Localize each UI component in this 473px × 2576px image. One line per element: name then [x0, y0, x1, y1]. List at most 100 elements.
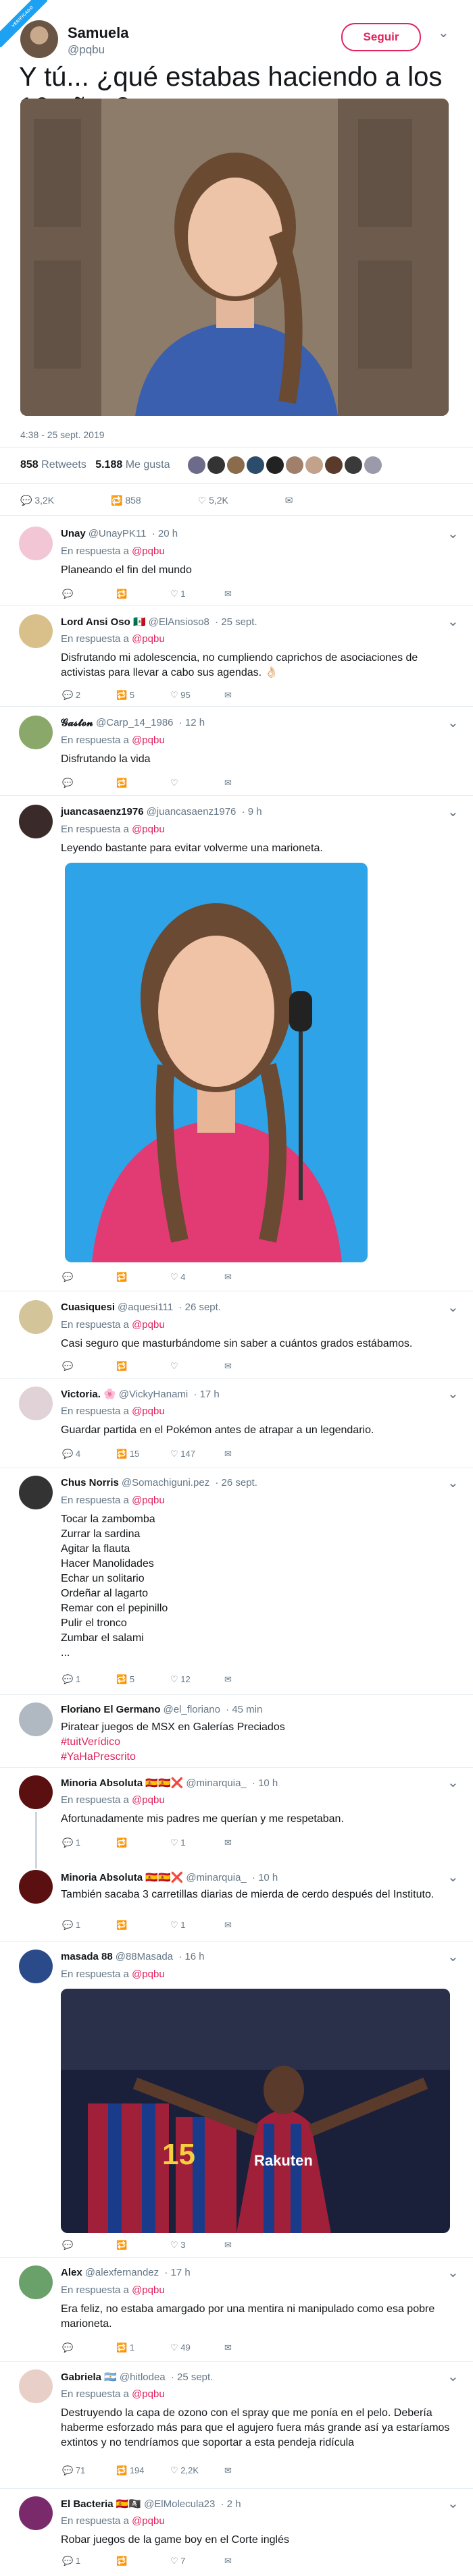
- reply-avatar[interactable]: [19, 2265, 53, 2299]
- reply-action[interactable]: 💬 3,2K: [20, 495, 81, 506]
- chevron-down-icon[interactable]: ⌄: [438, 24, 449, 41]
- liker-avatar[interactable]: [286, 456, 303, 474]
- reply-author-handle[interactable]: @alexfernandez: [85, 2267, 159, 2278]
- retweet-action[interactable]: 🔁: [116, 778, 170, 788]
- reply-author-name[interactable]: Minoria Absoluta 🇪🇸🇪🇸❌: [61, 1777, 183, 1789]
- reply-action[interactable]: 💬 4: [62, 1449, 116, 1459]
- reply-avatar[interactable]: [19, 1476, 53, 1509]
- reply-avatar[interactable]: [19, 805, 53, 838]
- like-action[interactable]: ♡ 49: [170, 2342, 224, 2353]
- reply-time[interactable]: · 9 h: [242, 806, 262, 817]
- like-action[interactable]: ♡ 1: [170, 1920, 224, 1931]
- reply-avatar[interactable]: [19, 527, 53, 560]
- reply-time[interactable]: · 26 sept.: [178, 1302, 221, 1313]
- reply-time[interactable]: · 25 sept.: [215, 616, 257, 628]
- reply-avatar[interactable]: [19, 1950, 53, 1983]
- reply-to-link[interactable]: @pqbu: [132, 1495, 165, 1506]
- retweet-action[interactable]: 🔁: [116, 589, 170, 599]
- tweet-timestamp[interactable]: 4:38 - 25 sept. 2019: [20, 429, 105, 440]
- like-action[interactable]: ♡ 95: [170, 690, 224, 701]
- reply-author-name[interactable]: masada 88: [61, 1951, 113, 1962]
- reply-action[interactable]: 💬: [62, 1272, 116, 1283]
- reply-time[interactable]: · 17 h: [193, 1389, 219, 1400]
- like-action[interactable]: ♡ 147: [170, 1449, 224, 1459]
- retweet-action[interactable]: 🔁: [116, 1272, 170, 1283]
- reply-to-link[interactable]: @pqbu: [132, 1794, 165, 1806]
- reply-item[interactable]: Cuasiquesi @aquesi111 · 26 sept. ⌄ En res…: [0, 1295, 473, 1378]
- reply-action[interactable]: 💬 71: [62, 2465, 116, 2476]
- retweet-action[interactable]: 🔁 194: [116, 2465, 170, 2476]
- hashtag-link[interactable]: #tuitVerídico: [61, 1735, 453, 1750]
- chevron-down-icon[interactable]: ⌄: [447, 1869, 459, 1885]
- reply-avatar[interactable]: [19, 1775, 53, 1809]
- retweet-action[interactable]: 🔁: [116, 1920, 170, 1931]
- reply-author-name[interactable]: 𝓖𝓪𝓼𝓽𝓸𝓷: [61, 717, 93, 728]
- message-action[interactable]: ✉: [224, 2342, 278, 2353]
- reply-photo[interactable]: 15 Rakuten: [61, 1989, 450, 2233]
- reply-time[interactable]: · 17 h: [164, 2267, 190, 2278]
- chevron-down-icon[interactable]: ⌄: [447, 1299, 459, 1316]
- message-action[interactable]: ✉: [224, 589, 278, 599]
- retweet-action[interactable]: 🔁: [116, 2240, 170, 2251]
- chevron-down-icon[interactable]: ⌄: [447, 714, 459, 731]
- reply-action[interactable]: 💬 1: [62, 1920, 116, 1931]
- message-action[interactable]: ✉: [224, 1920, 278, 1931]
- message-action[interactable]: ✉: [224, 2465, 278, 2476]
- chevron-down-icon[interactable]: ⌄: [447, 2495, 459, 2512]
- chevron-down-icon[interactable]: ⌄: [447, 1948, 459, 1965]
- reply-avatar[interactable]: [19, 1702, 53, 1736]
- hashtag-link[interactable]: #YaHaPrescrito: [61, 1750, 453, 1765]
- author-name[interactable]: Samuela: [68, 24, 129, 42]
- tweet-photo[interactable]: [20, 99, 449, 416]
- reply-author-name[interactable]: Minoria Absoluta 🇪🇸🇪🇸❌: [61, 1872, 183, 1883]
- reply-item[interactable]: Unay @UnayPK11 · 20 h ⌄ En respuesta a @p…: [0, 521, 473, 605]
- reply-author-name[interactable]: Unay: [61, 528, 86, 539]
- reply-action[interactable]: 💬: [62, 1361, 116, 1372]
- like-action[interactable]: ♡ 1: [170, 589, 224, 599]
- liker-avatar[interactable]: [247, 456, 264, 474]
- like-action[interactable]: ♡ 2,2K: [170, 2465, 224, 2476]
- like-action[interactable]: ♡ 1: [170, 1837, 224, 1848]
- retweet-action[interactable]: 🔁 5: [116, 690, 170, 701]
- reply-author-handle[interactable]: @juancasaenz1976: [147, 806, 236, 817]
- author-handle[interactable]: @pqbu: [68, 43, 105, 57]
- author-avatar[interactable]: [20, 20, 58, 58]
- reply-time[interactable]: · 2 h: [221, 2498, 241, 2510]
- like-action[interactable]: ♡: [170, 778, 224, 788]
- reply-item[interactable]: Gabriela 🇦🇷 @hitlodea · 25 sept. ⌄ En res…: [0, 2364, 473, 2488]
- retweet-action[interactable]: 🔁 858: [111, 495, 168, 506]
- likes-label[interactable]: Me gusta: [126, 459, 170, 471]
- follow-button[interactable]: Seguir: [341, 23, 421, 51]
- liker-avatar[interactable]: [227, 456, 245, 474]
- liker-avatar[interactable]: [305, 456, 323, 474]
- reply-author-handle[interactable]: @minarquia_: [186, 1777, 246, 1789]
- reply-action[interactable]: 💬 1: [62, 1674, 116, 1685]
- reply-action[interactable]: 💬: [62, 2240, 116, 2251]
- reply-to-link[interactable]: @pqbu: [132, 2388, 165, 2400]
- message-action[interactable]: ✉: [224, 778, 278, 788]
- like-action[interactable]: ♡ 7: [170, 2556, 224, 2567]
- reply-avatar[interactable]: [19, 2496, 53, 2530]
- reply-item[interactable]: masada 88 @88Masada · 16 h ⌄ En respuesta…: [0, 1944, 473, 2257]
- reply-item[interactable]: Floriano El Germano @el_floriano · 45 min…: [0, 1697, 473, 1767]
- chevron-down-icon[interactable]: ⌄: [447, 1774, 459, 1791]
- reply-author-handle[interactable]: @ElAnsioso8: [149, 616, 209, 628]
- liker-avatar[interactable]: [188, 456, 205, 474]
- liker-avatar[interactable]: [345, 456, 362, 474]
- reply-author-handle[interactable]: @88Masada: [116, 1951, 173, 1962]
- reply-action[interactable]: 💬 2: [62, 690, 116, 701]
- reply-author-handle[interactable]: @hitlodea: [120, 2371, 166, 2383]
- reply-avatar[interactable]: [19, 716, 53, 749]
- reply-avatar[interactable]: [19, 614, 53, 648]
- chevron-down-icon[interactable]: ⌄: [447, 2368, 459, 2385]
- retweet-action[interactable]: 🔁: [116, 2556, 170, 2567]
- reply-time[interactable]: · 16 h: [178, 1951, 204, 1962]
- liker-avatar[interactable]: [325, 456, 343, 474]
- reply-time[interactable]: · 12 h: [179, 717, 205, 728]
- reply-action[interactable]: 💬: [62, 589, 116, 599]
- reply-author-handle[interactable]: @UnayPK11: [89, 528, 147, 539]
- like-action[interactable]: ♡ 4: [170, 1272, 224, 1283]
- message-action[interactable]: ✉: [224, 1449, 278, 1459]
- chevron-down-icon[interactable]: ⌄: [447, 1385, 459, 1402]
- reply-item[interactable]: Victoria. 🌸 @VickyHanami · 17 h ⌄ En resp…: [0, 1381, 473, 1468]
